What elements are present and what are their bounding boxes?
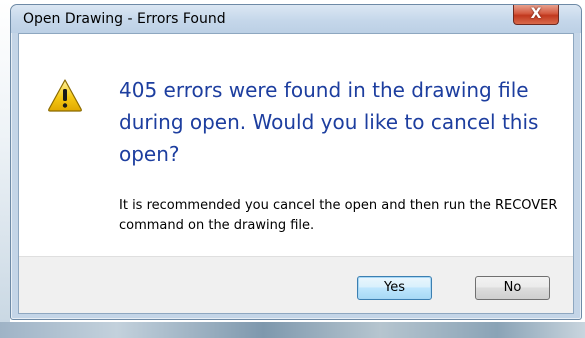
close-button[interactable]: X [513,5,559,25]
window-title: Open Drawing - Errors Found [23,11,226,27]
dialog-body: 405 errors were found in the drawing fil… [18,33,574,314]
detail-text: It is recommended you cancel the open an… [119,198,558,233]
desktop-background-left [0,0,10,338]
button-bar: Yes No [19,256,573,313]
no-button[interactable]: No [475,276,550,300]
content-area: 405 errors were found in the drawing fil… [19,34,573,256]
close-icon: X [530,6,542,22]
yes-button[interactable]: Yes [357,276,432,300]
main-instruction: 405 errors were found in the drawing fil… [119,78,539,166]
title-bar[interactable]: Open Drawing - Errors Found X [11,5,581,33]
dialog-window: Open Drawing - Errors Found X 405 errors… [10,4,582,320]
desktop-background-bottom [0,322,585,338]
warning-icon [48,79,82,112]
